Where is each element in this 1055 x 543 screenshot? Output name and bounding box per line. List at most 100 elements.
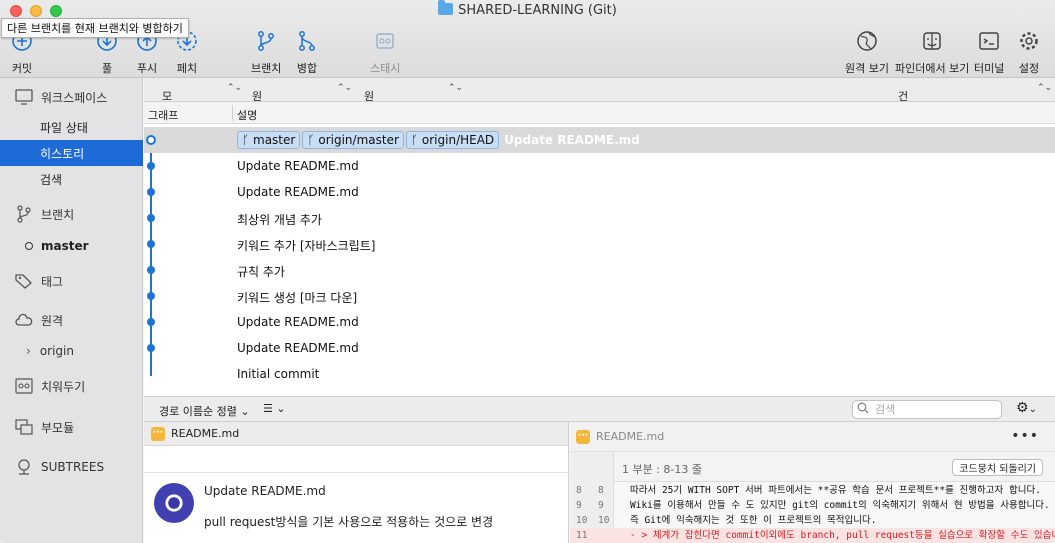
table-row[interactable]: Update README.md: [144, 335, 1055, 361]
terminal-icon: [978, 30, 1000, 52]
remote-view-button[interactable]: 원격 보기: [845, 30, 889, 76]
terminal-button[interactable]: 터미널: [974, 30, 1004, 76]
merge-button[interactable]: 병합: [296, 30, 318, 76]
table-row[interactable]: 키워드 추가 [자바스크립트]: [144, 231, 1055, 257]
commit-message: Update README.md: [237, 185, 359, 199]
globe-icon: [856, 30, 878, 52]
table-row[interactable]: 최상위 개념 추가: [144, 205, 1055, 231]
commit-list-header: 그래프 설명: [144, 102, 1055, 124]
sidebar-item-origin[interactable]: › origin: [0, 338, 143, 364]
sort-select[interactable]: 경로 이름순 정렬 ⌄: [159, 403, 250, 419]
commit-detail-body: pull request방식을 기본 사용으로 적용하는 것으로 변경: [204, 515, 494, 529]
chevron-down-icon: ⌄: [240, 405, 250, 418]
table-row[interactable]: Update README.md: [144, 153, 1055, 179]
chevron-right-icon: ›: [26, 344, 31, 358]
history-filter-bar: 모든 브랜치 ⌃⌄ 원격 브랜치 표시 ⌃⌄ 원형 순 ⌃⌄ 건너뛰기: ⌃⌄: [144, 78, 1055, 199]
commit-message: Initial commit: [237, 367, 320, 381]
commit-node: [147, 266, 155, 274]
updown-icon: ⌃⌄: [337, 83, 353, 93]
app-window: SHARED-LEARNING (Git) 다른 브랜치를 현재 브랜치와 병합…: [0, 0, 1055, 543]
search-icon: [857, 402, 869, 417]
commit-message: 규칙 추가: [237, 265, 285, 279]
commit-node: [147, 188, 155, 196]
settings-button[interactable]: 설정: [1018, 30, 1040, 76]
folder-icon: [438, 0, 454, 15]
branch-tag[interactable]: ᚴ master: [237, 131, 301, 149]
commit-node: [147, 292, 155, 300]
table-row[interactable]: ᚴ master ᚴ origin/master ᚴ origin/HEAD Upda…: [144, 127, 1055, 153]
file-list-pane: ··· README.md Update README.md pull requ…: [144, 422, 569, 543]
action-menu[interactable]: ⚙⌄: [1016, 400, 1037, 416]
tag-icon: [14, 272, 34, 290]
branch-tag[interactable]: ᚴ origin/HEAD: [405, 131, 500, 149]
commit-message: Update README.md: [504, 133, 640, 147]
table-row[interactable]: 규칙 추가: [144, 257, 1055, 283]
chevron-down-icon: ⌄: [1028, 404, 1037, 415]
sidebar-item-file-status[interactable]: 파일 상태: [0, 114, 143, 140]
chevron-down-icon: ⌄: [276, 402, 286, 415]
sidebar-stashes-header[interactable]: 치워두기: [0, 373, 143, 399]
branch-icon: ᚴ: [307, 133, 319, 147]
sidebar-workspace-header: 워크스페이스: [0, 84, 143, 110]
sidebar-remotes-header[interactable]: 원격: [0, 307, 143, 333]
diff-line: 10 10 즉 Git에 익숙해지는 것 또한 이 프로젝트의 목적입니다.: [576, 515, 877, 526]
sidebar-item-history[interactable]: 히스토리: [0, 140, 143, 166]
cloud-icon: [14, 311, 34, 329]
branch-tag[interactable]: ᚴ origin/master: [302, 131, 404, 149]
updown-icon: ⌃⌄: [448, 83, 464, 93]
commit-message: Update README.md: [237, 341, 359, 355]
more-options-icon[interactable]: •••: [1011, 428, 1039, 444]
branch-icon: ᚴ: [242, 133, 254, 147]
modified-file-icon: ···: [151, 426, 165, 441]
sidebar-tags-header[interactable]: 태그: [0, 268, 143, 294]
monitor-icon: [14, 88, 34, 106]
stash-button[interactable]: 스태시: [370, 30, 400, 76]
finder-icon: [921, 30, 943, 52]
branch-icon: [255, 30, 277, 52]
table-row[interactable]: Update README.md: [144, 179, 1055, 205]
search-input[interactable]: [852, 400, 1002, 419]
sidebar-branches-header[interactable]: 브랜치: [0, 201, 143, 227]
commit-node: [147, 214, 155, 222]
commit-message: 최상위 개념 추가: [237, 213, 322, 227]
view-mode-select[interactable]: ☰ ⌄: [263, 402, 286, 415]
sidebar-item-master[interactable]: master: [0, 233, 143, 259]
commit-detail-title: Update README.md: [204, 484, 326, 498]
revert-hunk-button[interactable]: 코드뭉치 되돌리기: [952, 459, 1043, 476]
branch-icon: ᚴ: [410, 133, 422, 147]
merge-tooltip: 다른 브랜치를 현재 브랜치와 병합하기: [1, 18, 189, 38]
column-description[interactable]: 설명: [237, 107, 257, 123]
commit-detail: Update README.md pull request방식을 기본 사용으로…: [144, 472, 569, 543]
table-row[interactable]: Initial commit: [144, 361, 1055, 387]
commit-message: Update README.md: [237, 159, 359, 173]
commit-node: [147, 162, 155, 170]
file-toolbar: 경로 이름순 정렬 ⌄ ☰ ⌄ ⚙⌄: [144, 396, 1055, 422]
stash-icon: [14, 377, 34, 395]
gear-icon: ⚙: [1016, 400, 1029, 416]
sidebar-item-search[interactable]: 검색: [0, 166, 143, 192]
show-in-finder-button[interactable]: 파인더에서 보기: [895, 30, 969, 76]
table-row[interactable]: Update README.md: [144, 309, 1055, 335]
diff-pane: ··· README.md ••• 1 부분 : 8-13 줄 코드뭉치 되돌리…: [570, 422, 1055, 543]
diff-line: 9 9 Wiki를 이용해서 만들 수 도 있지만 git의 commit의 익숙해…: [576, 500, 1050, 511]
commit-message: Update README.md: [237, 315, 359, 329]
branch-button[interactable]: 브랜치: [251, 30, 281, 76]
column-divider[interactable]: [232, 105, 233, 121]
sidebar-submodules-header[interactable]: 부모듈: [0, 414, 143, 440]
branch-icon: [14, 205, 34, 223]
sidebar-subtrees-header[interactable]: SUBTREES: [0, 454, 143, 480]
subtree-icon: [14, 458, 34, 476]
column-graph[interactable]: 그래프: [148, 107, 178, 123]
table-row[interactable]: 키워드 생성 [마크 다운]: [144, 283, 1055, 309]
head-commit-node: [146, 135, 156, 145]
commit-node: [147, 318, 155, 326]
commit-node: [147, 240, 155, 248]
modified-file-icon: ···: [576, 429, 590, 444]
diff-header: ··· README.md •••: [570, 422, 1055, 452]
updown-icon: ⌃⌄: [1037, 83, 1053, 93]
list-item[interactable]: ··· README.md: [144, 422, 568, 446]
updown-icon: ⌃⌄: [227, 83, 243, 93]
commit-message: 키워드 생성 [마크 다운]: [237, 291, 358, 305]
commit-node: [147, 344, 155, 352]
toolbar: SHARED-LEARNING (Git) 다른 브랜치를 현재 브랜치와 병합…: [0, 0, 1055, 78]
